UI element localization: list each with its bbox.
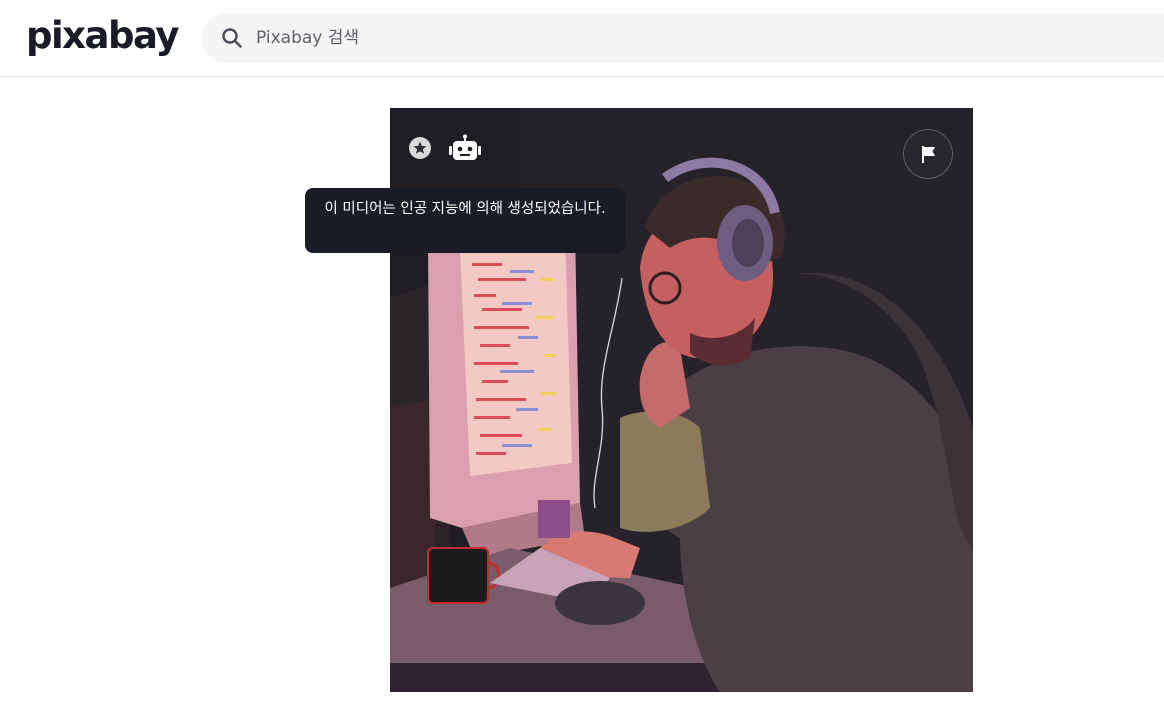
pixabay-logo[interactable]: pixabay xyxy=(26,14,179,58)
search-bar[interactable] xyxy=(202,13,1164,63)
search-input[interactable] xyxy=(256,13,1136,63)
robot-icon[interactable] xyxy=(448,134,482,162)
report-flag-button[interactable] xyxy=(903,129,953,179)
search-icon[interactable] xyxy=(221,27,243,49)
star-badge-icon xyxy=(409,137,431,159)
site-header: pixabay xyxy=(0,0,1164,77)
flag-icon xyxy=(922,146,935,163)
ai-generated-tooltip: 이 미디어는 인공 지능에 의해 생성되었습니다. xyxy=(305,188,625,253)
